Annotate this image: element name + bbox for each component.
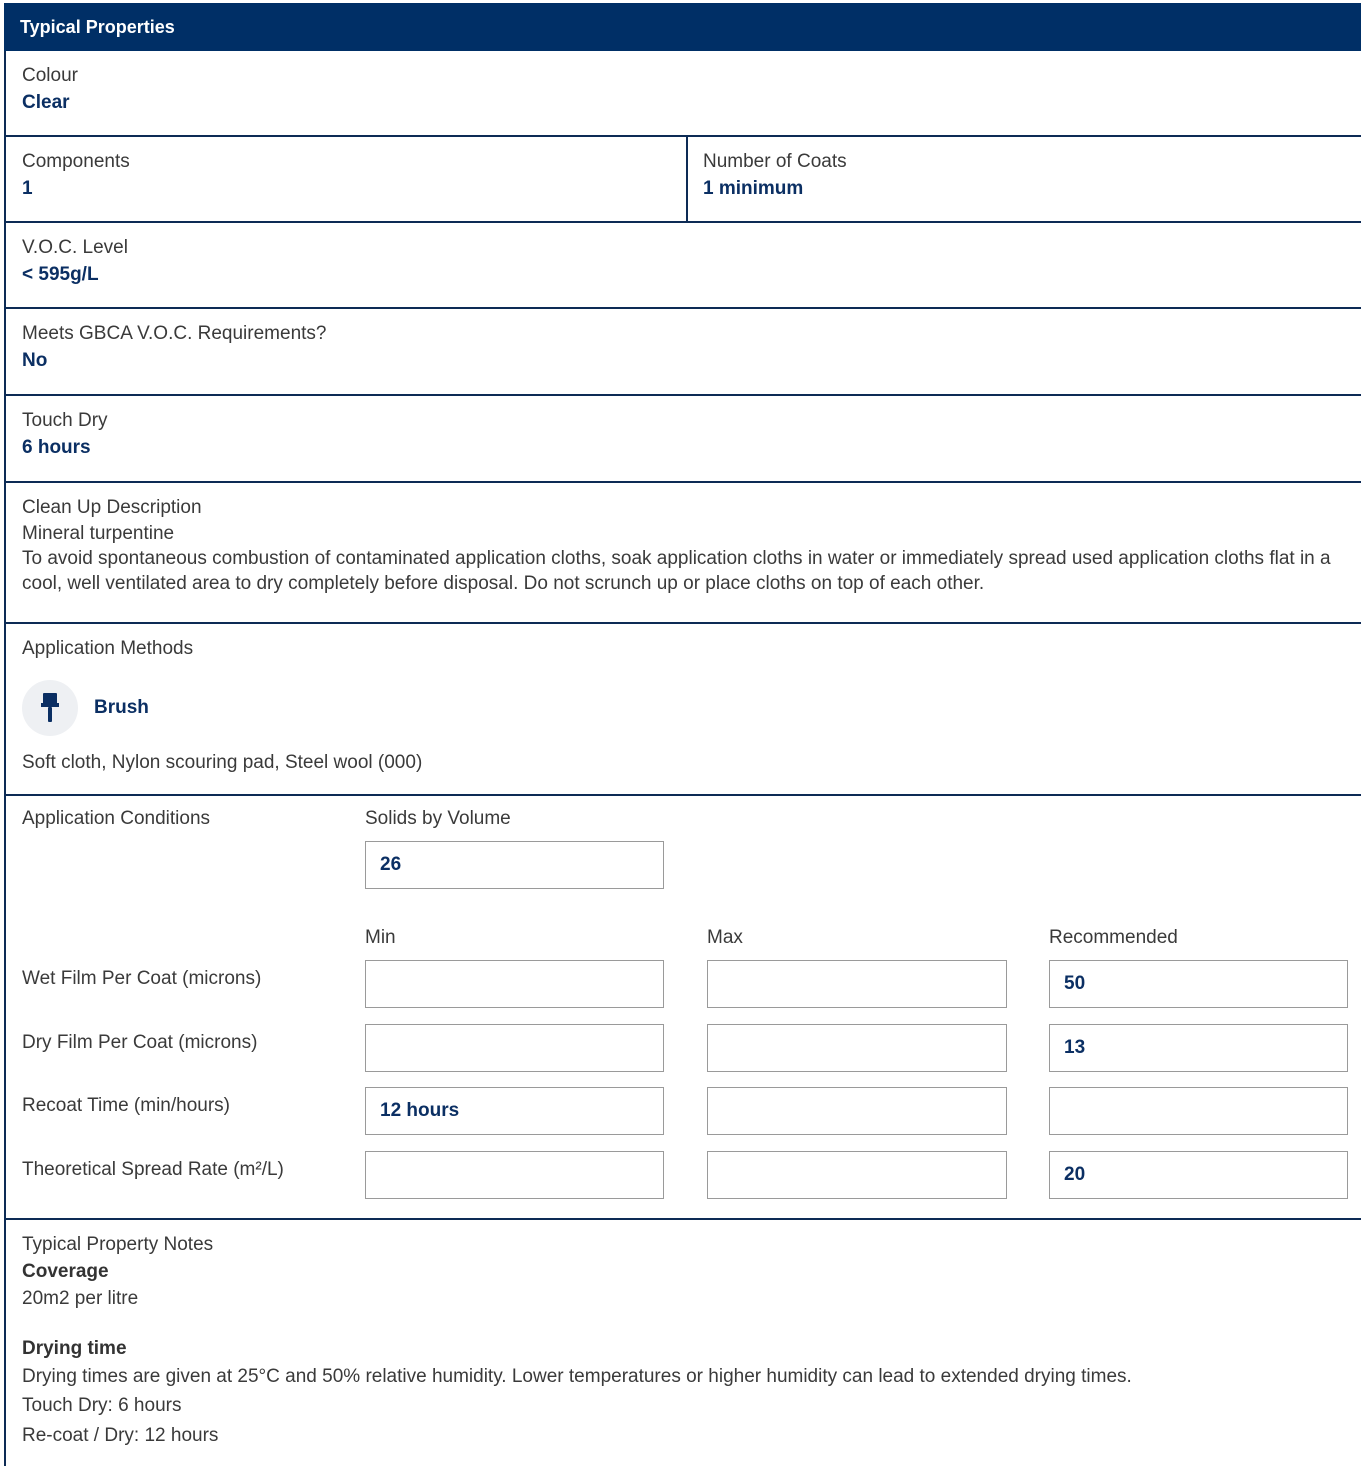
recoat-recommended-field[interactable] (1049, 1087, 1348, 1135)
dry-film-recommended-field[interactable]: 13 (1049, 1024, 1348, 1072)
voc-value: < 595g/L (22, 264, 99, 285)
solids-field[interactable]: 26 (365, 841, 664, 889)
section-header: Typical Properties (4, 3, 1361, 51)
cleanup-line1: Mineral turpentine (22, 523, 175, 544)
notes-section: Typical Property Notes Coverage 20m2 per… (4, 1220, 1361, 1466)
application-conditions-section: Application Conditions Solids by Volume … (4, 796, 1361, 1220)
row-label: Wet Film Per Coat (microns) (22, 968, 262, 989)
recoat-note: Re-coat / Dry: 12 hours (22, 1425, 219, 1446)
drying-text: Drying times are given at 25°C and 50% r… (22, 1366, 1132, 1387)
recoat-min-field[interactable]: 12 hours (365, 1087, 664, 1135)
spread-rate-recommended-field[interactable]: 20 (1049, 1151, 1348, 1199)
coverage-text: 20m2 per litre (22, 1288, 139, 1309)
spread-rate-min-field[interactable] (365, 1151, 664, 1199)
gbca-value: No (22, 350, 48, 371)
column-min-header: Min (365, 927, 396, 948)
brush-label: Brush (94, 697, 149, 718)
touch-dry-value: 6 hours (22, 437, 91, 458)
coats-cell: Number of Coats 1 minimum (686, 137, 847, 221)
wet-film-recommended-field[interactable]: 50 (1049, 960, 1348, 1008)
dry-film-min-field[interactable] (365, 1024, 664, 1072)
column-recommended-header: Recommended (1049, 927, 1178, 948)
column-max-header: Max (707, 927, 743, 948)
colour-value: Clear (22, 92, 70, 113)
methods-label: Application Methods (22, 638, 194, 659)
touch-dry-note: Touch Dry: 6 hours (22, 1395, 182, 1416)
cleanup-section: Clean Up Description Mineral turpentine … (4, 483, 1361, 624)
application-methods-section: Application Methods Brush Soft cloth, Ny… (4, 624, 1361, 796)
cleanup-line2: To avoid spontaneous combustion of conta… (22, 548, 1331, 594)
voc-section: V.O.C. Level < 595g/L (4, 223, 1361, 309)
typical-properties-sheet: Typical Properties Colour Clear Componen… (0, 0, 1361, 1466)
row-label: Theoretical Spread Rate (m²/L) (22, 1159, 284, 1180)
cleanup-label: Clean Up Description (22, 497, 202, 518)
coverage-heading: Coverage (22, 1261, 109, 1282)
wet-film-min-field[interactable] (365, 960, 664, 1008)
row-label: Recoat Time (min/hours) (22, 1095, 231, 1116)
components-value: 1 (22, 178, 33, 199)
recoat-max-field[interactable] (707, 1087, 1007, 1135)
coats-label: Number of Coats (703, 151, 847, 172)
notes-label: Typical Property Notes (22, 1234, 214, 1255)
gbca-label: Meets GBCA V.O.C. Requirements? (22, 323, 327, 344)
drying-heading: Drying time (22, 1338, 127, 1359)
touch-dry-label: Touch Dry (22, 410, 108, 431)
colour-label: Colour (22, 65, 78, 86)
methods-other: Soft cloth, Nylon scouring pad, Steel wo… (22, 752, 423, 773)
row-label: Dry Film Per Coat (microns) (22, 1032, 258, 1053)
gbca-section: Meets GBCA V.O.C. Requirements? No (4, 309, 1361, 396)
solids-label: Solids by Volume (365, 808, 511, 829)
components-coats-section: Components 1 Number of Coats 1 minimum (4, 137, 1361, 223)
spread-rate-max-field[interactable] (707, 1151, 1007, 1199)
coats-value: 1 minimum (703, 178, 804, 199)
touch-dry-section: Touch Dry 6 hours (4, 396, 1361, 483)
paint-brush-icon (22, 680, 78, 736)
components-label: Components (22, 151, 130, 172)
voc-label: V.O.C. Level (22, 237, 128, 258)
conditions-label: Application Conditions (22, 808, 211, 829)
dry-film-max-field[interactable] (707, 1024, 1007, 1072)
wet-film-max-field[interactable] (707, 960, 1007, 1008)
colour-section: Colour Clear (4, 51, 1361, 137)
